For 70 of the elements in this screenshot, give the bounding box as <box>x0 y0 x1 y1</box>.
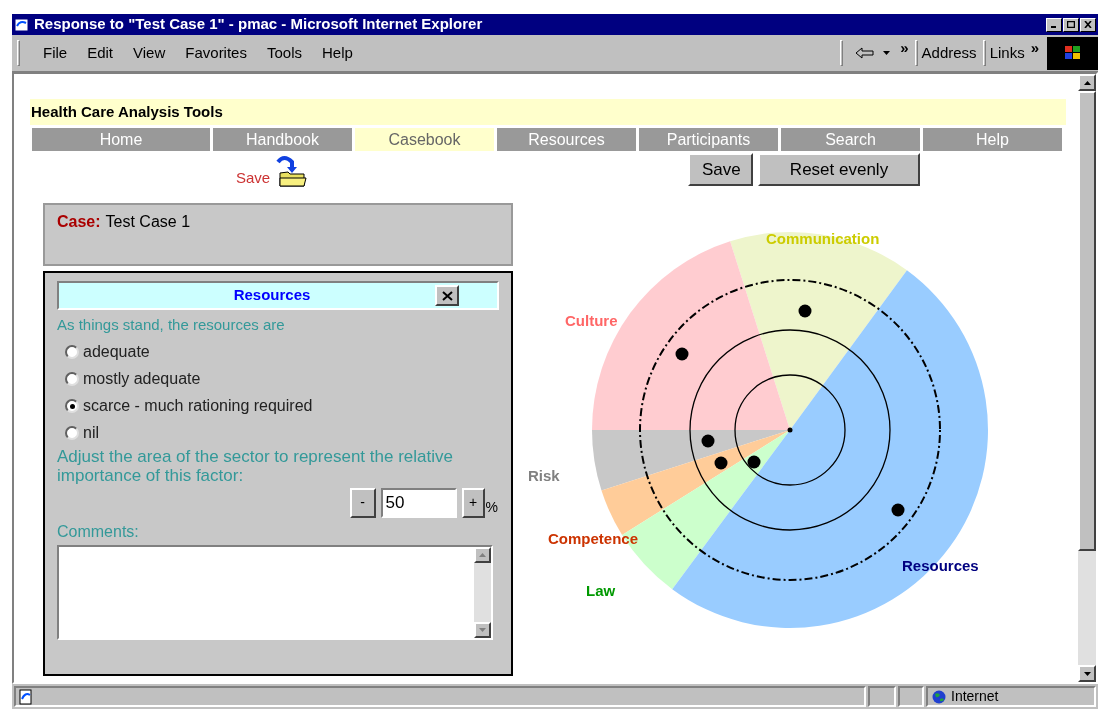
maximize-button[interactable] <box>1063 17 1079 32</box>
increment-button[interactable]: + <box>461 487 485 518</box>
radio-button[interactable] <box>65 345 79 359</box>
sector[interactable] <box>601 430 790 535</box>
option-label: mostly adequate <box>83 369 201 389</box>
dropdown-caret-icon[interactable] <box>883 51 891 55</box>
factor-label: Culture <box>565 312 618 329</box>
question-prompt: As things stand, the resources are <box>57 315 286 335</box>
menu-item[interactable]: View <box>125 41 174 65</box>
rating-dot[interactable] <box>891 503 905 517</box>
radio-button[interactable] <box>65 399 79 413</box>
save-link[interactable]: Save <box>236 166 271 189</box>
factor-label: Communication <box>766 230 880 247</box>
toolbar-chevron[interactable]: » <box>900 36 909 60</box>
page-icon <box>18 688 34 705</box>
radio-button[interactable] <box>65 372 79 386</box>
percent-sign: % <box>485 497 498 517</box>
case-label: Case: <box>57 212 101 232</box>
minimize-button[interactable] <box>1046 17 1062 32</box>
scroll-down-icon[interactable] <box>1083 671 1091 676</box>
factor-label: Competence <box>548 530 639 547</box>
links-chevron[interactable]: » <box>1030 36 1039 60</box>
rating-dot[interactable] <box>675 347 689 361</box>
adjust-instructions: Adjust the area of the sector to represent the relative importance of this factor: <box>57 446 454 485</box>
rating-dot[interactable] <box>747 455 761 469</box>
maximize-icon <box>1067 21 1075 28</box>
factor-label: Risk <box>528 467 560 484</box>
save-button[interactable]: Save <box>688 153 753 186</box>
nav-tab[interactable]: Casebook <box>355 128 494 151</box>
option-label: adequate <box>83 342 150 362</box>
comments-field[interactable] <box>57 544 493 640</box>
address-label[interactable]: Address <box>921 41 977 65</box>
importance-input[interactable]: 50 <box>380 487 457 518</box>
menu-item[interactable]: File <box>35 41 76 65</box>
menu-item[interactable]: Favorites <box>177 41 255 65</box>
links-label[interactable]: Links <box>989 41 1025 65</box>
decrement-button[interactable]: - <box>349 487 376 518</box>
reset-button[interactable]: Reset evenly <box>758 153 920 186</box>
rating-dot[interactable] <box>798 304 812 318</box>
option-label: scarce - much rationing required <box>83 396 313 416</box>
panel-title: Resources <box>232 285 312 306</box>
close-icon <box>441 290 453 301</box>
close-button[interactable] <box>435 285 459 306</box>
close-button[interactable] <box>1080 17 1096 32</box>
comments-label: Comments: <box>57 521 140 542</box>
site-title: Health Care Analysis Tools <box>31 101 223 122</box>
factor-label: Law <box>586 582 616 599</box>
sector[interactable] <box>730 232 907 430</box>
rating-dot[interactable] <box>701 434 715 448</box>
menu-item[interactable]: Help <box>314 41 361 65</box>
factor-label: Resources <box>902 557 979 574</box>
menu-item[interactable]: Tools <box>258 41 310 65</box>
window-title: Response to "Test Case 1" - pmac - Microsoft Internet Explorer <box>34 14 484 35</box>
menu-item[interactable]: Edit <box>79 41 122 65</box>
folder-save-icon[interactable] <box>274 156 309 188</box>
sector[interactable] <box>672 270 988 628</box>
scroll-up-icon[interactable] <box>1083 80 1091 85</box>
security-zone: Internet <box>951 687 999 706</box>
globe-icon <box>932 689 946 704</box>
rating-dot[interactable] <box>714 456 728 470</box>
close-icon <box>1084 21 1092 28</box>
status-pane <box>898 686 924 707</box>
back-arrow-icon[interactable] <box>855 46 876 60</box>
sector[interactable] <box>592 430 790 491</box>
case-name: Test Case 1 <box>105 212 191 232</box>
windows-logo <box>1047 36 1098 70</box>
page-scrollbar[interactable] <box>1078 74 1096 682</box>
option-label: nil <box>83 423 99 443</box>
status-pane <box>868 686 896 707</box>
radio-button[interactable] <box>65 426 79 440</box>
